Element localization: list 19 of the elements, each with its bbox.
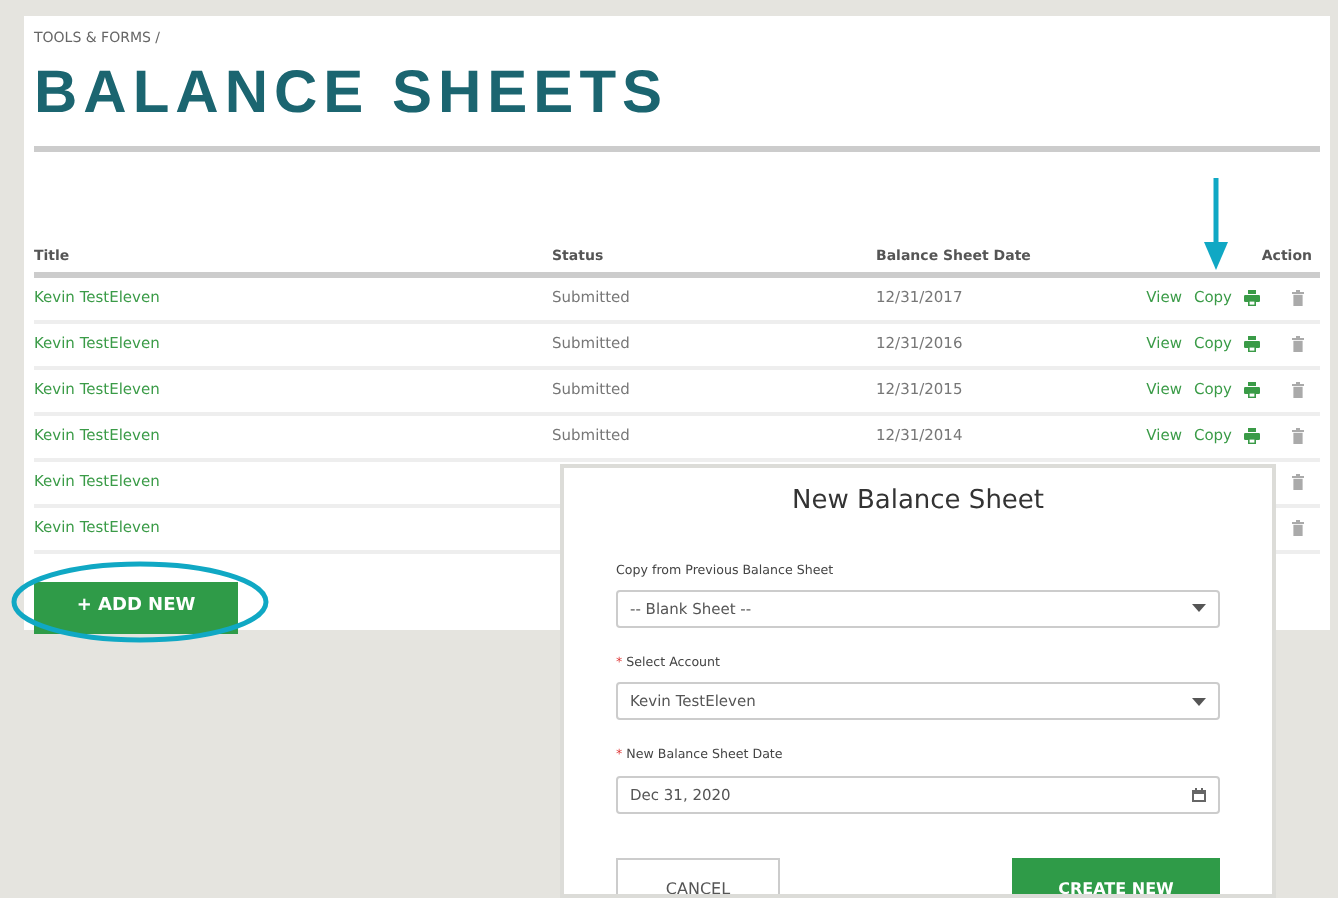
caret-icon (1192, 604, 1206, 613)
pointer-arrow (1204, 178, 1228, 270)
cancel-button[interactable]: CANCEL (616, 857, 780, 894)
trash-icon[interactable] (1292, 382, 1304, 398)
caret-icon (1192, 697, 1206, 706)
page-title: BALANCE SHEETS (34, 63, 671, 123)
trash-icon[interactable] (1292, 474, 1304, 490)
trash-icon[interactable] (1292, 520, 1304, 536)
create-new-button[interactable]: CREATE NEW (1012, 857, 1220, 894)
printer-icon[interactable] (1244, 336, 1260, 352)
trash-icon[interactable] (1292, 336, 1304, 352)
trash-icon[interactable] (1292, 290, 1304, 306)
printer-icon[interactable] (1244, 382, 1260, 398)
printer-icon[interactable] (1244, 290, 1260, 306)
calendar-icon (1192, 787, 1206, 802)
trash-icon[interactable] (1292, 428, 1304, 444)
dialog-title: New Balance Sheet (789, 484, 1047, 520)
printer-icon[interactable] (1244, 428, 1260, 444)
add-new-button[interactable]: + ADD NEW (34, 581, 238, 633)
